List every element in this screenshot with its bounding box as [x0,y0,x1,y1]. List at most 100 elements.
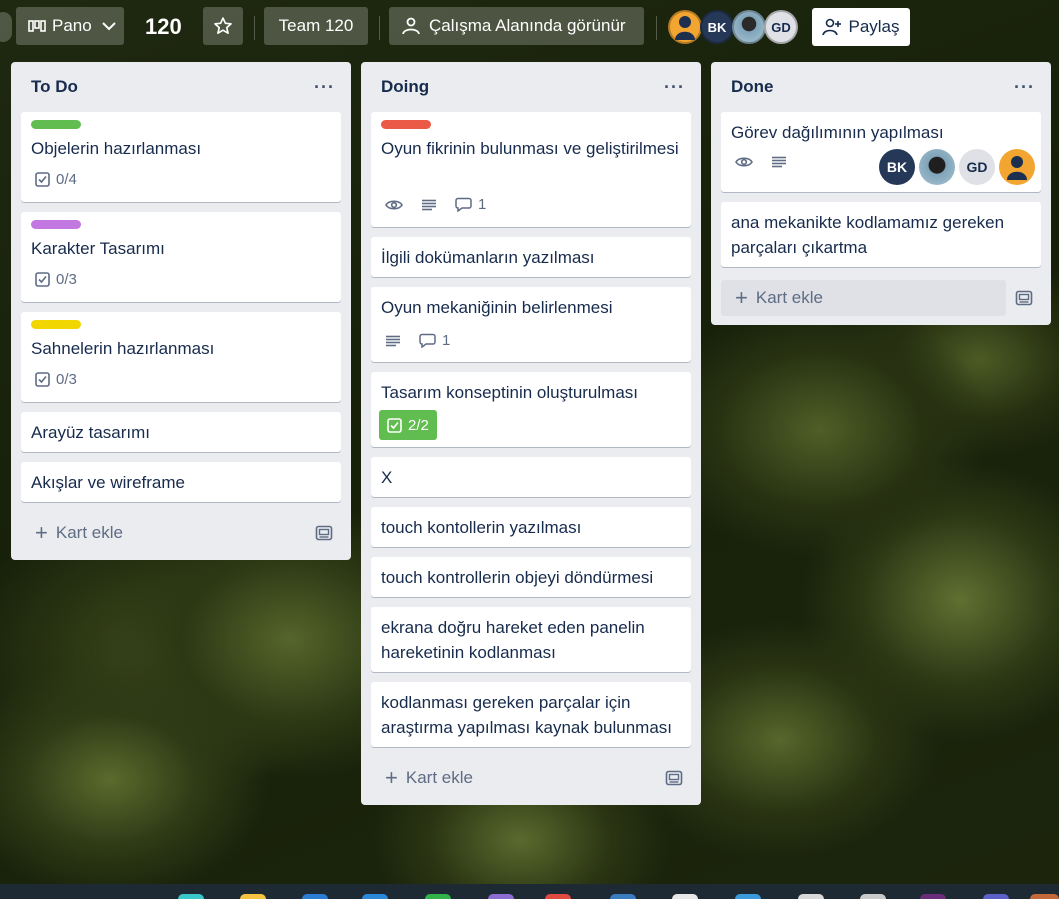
team-label: Team 120 [278,16,354,35]
card-badges: 0/3 [35,371,77,388]
view-switcher-button[interactable]: Pano [16,7,124,45]
card[interactable]: Oyun fikrinin bulunması ve geliştirilmes… [371,112,691,227]
taskbar-app-icon[interactable] [672,894,698,899]
checklist-count: 0/3 [56,271,77,288]
card[interactable]: Objelerin hazırlanması 0/4 [21,112,341,202]
card-label [31,320,81,329]
template-icon[interactable] [665,770,683,786]
add-person-icon [822,18,842,36]
list-title[interactable]: Doing [381,77,429,97]
checklist-icon [35,372,50,387]
comment-icon [419,333,436,348]
taskbar-app-icon[interactable] [362,894,388,899]
card-badges: 0/4 [35,171,77,188]
card[interactable]: kodlanması gereken parçalar için araştır… [371,682,691,747]
comment-count: 1 [442,332,451,349]
team-button[interactable]: Team 120 [264,7,368,45]
card[interactable]: ekrana doğru hareket eden panelin hareke… [371,607,691,672]
view-label: Pano [52,16,92,35]
taskbar-app-icon[interactable] [1030,894,1059,899]
card-title: Objelerin hazırlanması [31,139,202,158]
taskbar-app-icon[interactable] [425,894,451,899]
card[interactable]: Oyun mekaniğinin belirlenmesi 1 [371,287,691,362]
checklist-icon [35,272,50,287]
card[interactable]: İlgili dokümanların yazılması [371,237,691,277]
share-button[interactable]: Paylaş [812,8,910,46]
taskbar-app-icon[interactable] [610,894,636,899]
checklist-count: 0/3 [56,371,77,388]
star-icon [214,17,232,35]
visibility-button[interactable]: Çalışma Alanında görünür [389,7,644,45]
card[interactable]: Arayüz tasarımı [21,412,341,452]
card[interactable]: ana mekanikte kodlamamız gereken parçala… [721,202,1041,267]
divider [656,16,657,40]
checklist-count: 0/4 [56,171,77,188]
taskbar-app-icon[interactable] [488,894,514,899]
member-avatar[interactable] [919,149,955,185]
taskbar-app-icon[interactable] [798,894,824,899]
card-title: ekrana doğru hareket eden panelin hareke… [381,618,645,662]
template-icon[interactable] [1015,290,1033,306]
avatar[interactable]: BK [700,10,734,44]
list-menu-button[interactable]: ··· [314,77,335,98]
avatar[interactable]: GD [764,10,798,44]
board-header: Pano 120 Team 120 Çalışma Alanında görün… [0,0,1059,56]
plus-icon: + [735,285,748,310]
member-avatar[interactable]: BK [879,149,915,185]
card-label [31,120,81,129]
taskbar-app-icon[interactable] [920,894,946,899]
comment-count: 1 [478,196,487,213]
card[interactable]: X [371,457,691,497]
card[interactable]: Akışlar ve wireframe [21,462,341,502]
add-card-button[interactable]: + Kart ekle [735,287,823,309]
card-badges: 1 [385,196,486,213]
sidebar-toggle[interactable] [0,12,12,42]
comment-icon [455,197,472,212]
card[interactable]: touch kontrollerin objeyi döndürmesi [371,557,691,597]
card-title: Görev dağılımının yapılması [731,123,944,142]
add-card-label: Kart ekle [55,523,123,542]
list-menu-button[interactable]: ··· [1014,77,1035,98]
card-badges: 1 [385,332,450,349]
list-title[interactable]: Done [731,77,774,97]
add-card-label: Kart ekle [755,288,823,307]
template-icon[interactable] [315,525,333,541]
taskbar-app-icon[interactable] [178,894,204,899]
member-avatar[interactable]: GD [959,149,995,185]
card[interactable]: Karakter Tasarımı 0/3 [21,212,341,302]
comments-badge: 1 [455,196,486,213]
star-button[interactable] [203,7,243,45]
list-menu-button[interactable]: ··· [664,77,685,98]
avatar[interactable] [668,10,702,44]
share-label: Paylaş [848,17,900,36]
avatar[interactable] [732,10,766,44]
taskbar-app-icon[interactable] [240,894,266,899]
add-card-button[interactable]: + Kart ekle [35,522,123,544]
taskbar-app-icon[interactable] [545,894,571,899]
card-title: Akışlar ve wireframe [31,473,185,492]
add-card-label: Kart ekle [405,768,473,787]
list-doing: Doing ··· Oyun fikrinin bulunması ve gel… [361,62,701,805]
card[interactable]: Sahnelerin hazırlanması 0/3 [21,312,341,402]
list-title[interactable]: To Do [31,77,78,97]
people-icon [402,17,420,35]
taskbar-app-icon[interactable] [860,894,886,899]
board-title[interactable]: 120 [145,14,182,40]
card-title: Oyun mekaniğinin belirlenmesi [381,298,613,317]
card-title: touch kontollerin yazılması [381,518,582,537]
checklist-badge: 0/4 [35,171,77,188]
member-avatar[interactable] [999,149,1035,185]
plus-icon: + [385,765,398,790]
taskbar-app-icon[interactable] [302,894,328,899]
card[interactable]: touch kontollerin yazılması [371,507,691,547]
card[interactable]: Tasarım konseptinin oluşturulması 2/2 [371,372,691,447]
taskbar-app-icon[interactable] [735,894,761,899]
card[interactable]: Görev dağılımının yapılması BK GD [721,112,1041,192]
card-title: Tasarım konseptinin oluşturulması [381,383,639,402]
list-todo: To Do ··· Objelerin hazırlanması 0/4 Kar… [11,62,351,560]
taskbar-app-icon[interactable] [983,894,1009,899]
comments-badge: 1 [419,332,450,349]
visibility-label: Çalışma Alanında görünür [429,16,626,35]
card-title: touch kontrollerin objeyi döndürmesi [381,568,654,587]
add-card-button[interactable]: + Kart ekle [385,767,473,789]
